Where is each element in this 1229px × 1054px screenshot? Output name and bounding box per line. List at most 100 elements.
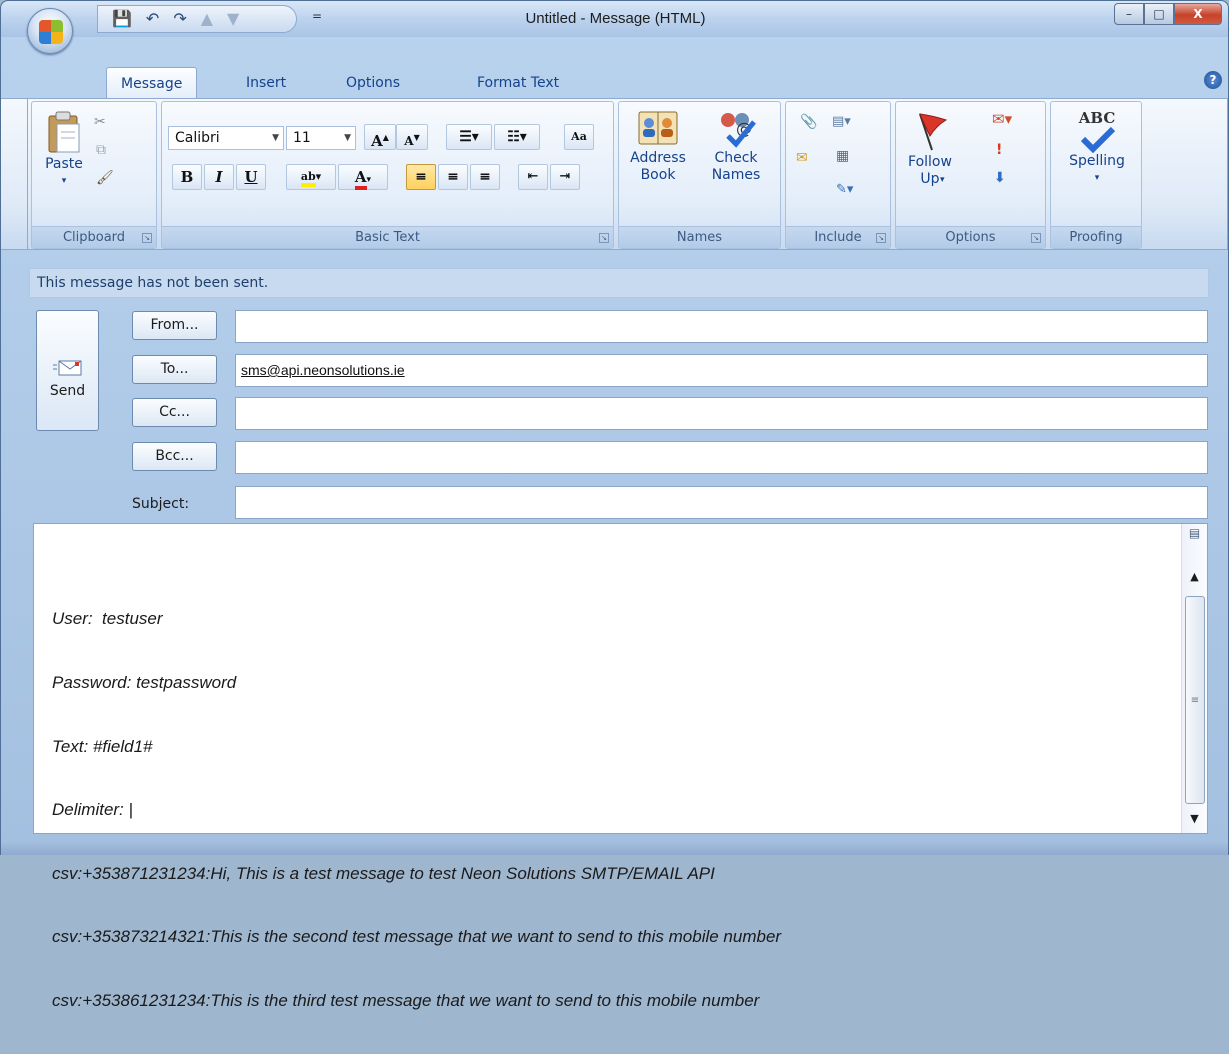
paste-button[interactable]: Paste ▾ (42, 110, 86, 190)
names-group-label: Names (619, 226, 780, 248)
send-button[interactable]: Send (36, 310, 99, 431)
basic-text-group: Calibri ▼ 11 ▼ A▲ A▼ ☰▾ ☷▾ Aa B I U ab▾ A▾… (161, 101, 614, 249)
ribbon-tabs: Message Insert Options Format Text (1, 67, 1228, 99)
clipboard-group-label: Clipboard ↘ (32, 226, 156, 248)
copy-icon[interactable]: ⧉ (96, 142, 106, 158)
window-controls: – □ X (1114, 3, 1222, 25)
tab-message[interactable]: Message (106, 67, 198, 99)
increase-indent-button[interactable]: ⇥ (550, 164, 580, 190)
dialog-launcher-icon[interactable]: ↘ (599, 233, 609, 243)
numbering-button[interactable]: ☷▾ (494, 124, 540, 150)
office-button[interactable] (27, 8, 73, 54)
to-button[interactable]: To... (132, 355, 217, 384)
permission-icon[interactable]: ✉▾ (992, 110, 1012, 128)
body-line: Password: testpassword (52, 673, 237, 693)
message-body-text[interactable]: User: testuser Password: testpassword Te… (52, 566, 781, 1054)
scroll-up-arrow-icon[interactable]: ▲ (1182, 570, 1207, 583)
italic-button[interactable]: I (204, 164, 234, 190)
names-group: Address Book @ Check Names Names (618, 101, 781, 249)
align-left-button[interactable]: ≡ (406, 164, 436, 190)
chevron-down-icon: ▼ (272, 133, 279, 143)
body-line: csv:+353871231234:Hi, This is a test mes… (52, 863, 715, 883)
format-painter-icon[interactable]: 🖌 (96, 170, 114, 186)
tab-options[interactable]: Options (332, 67, 414, 99)
low-importance-icon[interactable]: ⬇ (994, 170, 1006, 186)
flag-icon (919, 113, 948, 151)
redo-icon[interactable]: ↷ (173, 11, 186, 27)
vertical-scrollbar[interactable]: ▤ ▲ ≡ ▼ (1181, 524, 1207, 833)
minimize-button[interactable]: – (1114, 3, 1144, 25)
decrease-indent-button[interactable]: ⇤ (518, 164, 548, 190)
align-center-button[interactable]: ≡ (438, 164, 468, 190)
grow-font-button[interactable]: A▲ (364, 124, 396, 150)
chevron-down-icon: ▼ (344, 133, 351, 143)
check-names-button[interactable]: @ Check Names (701, 108, 771, 184)
font-name-combo[interactable]: Calibri ▼ (168, 126, 284, 150)
help-icon[interactable]: ? (1204, 71, 1222, 89)
follow-up-button[interactable]: Follow Up ▾ (900, 110, 960, 188)
address-book-button[interactable]: Address Book (625, 108, 691, 184)
highlight-button[interactable]: ab▾ (286, 164, 336, 190)
check-names-icon: @ (721, 113, 756, 148)
recipient-address[interactable]: sms@api.neonsolutions.ie (241, 362, 405, 378)
grip-icon: ≡ (1190, 695, 1200, 706)
close-button[interactable]: X (1174, 3, 1222, 25)
basic-text-group-label: Basic Text ↘ (162, 226, 613, 248)
subject-label: Subject: (132, 496, 190, 512)
dialog-launcher-icon[interactable]: ↘ (876, 233, 886, 243)
high-importance-icon[interactable]: ! (996, 142, 1002, 158)
to-field[interactable]: sms@api.neonsolutions.ie (235, 354, 1208, 387)
body-line: csv:+353861231234:This is the third test… (52, 991, 760, 1011)
business-card-icon[interactable]: ✉ (796, 150, 808, 166)
dialog-launcher-icon[interactable]: ↘ (1031, 233, 1041, 243)
save-icon[interactable]: 💾 (112, 11, 132, 27)
scroll-down-arrow-icon[interactable]: ▼ (1182, 812, 1207, 825)
undo-icon[interactable]: ↶ (146, 11, 159, 27)
tab-format-text[interactable]: Format Text (463, 67, 573, 99)
align-right-button[interactable]: ≡ (470, 164, 500, 190)
from-button[interactable]: From... (132, 311, 217, 340)
cc-button[interactable]: Cc... (132, 398, 217, 427)
include-group-label: Include ↘ (786, 226, 890, 248)
bcc-field[interactable] (235, 441, 1208, 474)
previous-item-icon[interactable]: ▲ (201, 11, 213, 27)
qat-customize-button[interactable]: = (312, 9, 322, 23)
proofing-group: ABC Spelling ▾ Proofing (1050, 101, 1142, 249)
quick-access-toolbar: 💾 ↶ ↷ ▲ ▼ (97, 5, 297, 33)
office-logo-icon (39, 20, 63, 44)
spelling-button[interactable]: ABC Spelling ▾ (1057, 110, 1137, 187)
subject-field[interactable] (235, 486, 1208, 519)
scrollbar-thumb[interactable]: ≡ (1185, 596, 1205, 804)
maximize-button[interactable]: □ (1144, 3, 1174, 25)
outlook-message-window: Untitled - Message (HTML) 💾 ↶ ↷ ▲ ▼ = – … (0, 0, 1229, 1010)
body-line: Delimiter: | (52, 800, 133, 820)
attach-file-icon[interactable]: 📎 (800, 114, 817, 130)
underline-button[interactable]: U (236, 164, 266, 190)
cc-field[interactable] (235, 397, 1208, 430)
message-body[interactable]: User: testuser Password: testpassword Te… (33, 523, 1208, 1010)
attach-item-icon[interactable]: ▤▾ (832, 114, 851, 129)
bullets-button[interactable]: ☰▾ (446, 124, 492, 150)
info-bar: This message has not been sent. (29, 268, 1209, 298)
ruler-icon[interactable]: ▤ (1182, 526, 1207, 540)
bcc-button[interactable]: Bcc... (132, 442, 217, 471)
body-line: csv:+353873214321:This is the second tes… (52, 927, 782, 947)
spelling-check-icon: ABC (1078, 109, 1116, 127)
proofing-group-label: Proofing (1051, 226, 1141, 248)
font-size-combo[interactable]: 11 ▼ (286, 126, 356, 150)
shrink-font-button[interactable]: A▼ (396, 124, 428, 150)
clipboard-group: Paste ▾ ✂ ⧉ 🖌 Clipboard ↘ (31, 101, 157, 249)
options-group: Follow Up ▾ ✉▾ ! ⬇ Options ↘ (895, 101, 1046, 249)
dialog-launcher-icon[interactable]: ↘ (142, 233, 152, 243)
tab-insert[interactable]: Insert (232, 67, 300, 99)
signature-icon[interactable]: ✎▾ (836, 182, 853, 197)
calendar-icon[interactable]: ▦ (836, 148, 849, 164)
font-color-button[interactable]: A▾ (338, 164, 388, 190)
next-item-icon[interactable]: ▼ (227, 11, 239, 27)
cut-icon[interactable]: ✂ (94, 114, 106, 130)
styles-icon[interactable]: Aa (564, 124, 594, 150)
from-field[interactable] (235, 310, 1208, 343)
bold-button[interactable]: B (172, 164, 202, 190)
paste-icon (48, 111, 80, 153)
send-envelope-icon (52, 360, 81, 376)
